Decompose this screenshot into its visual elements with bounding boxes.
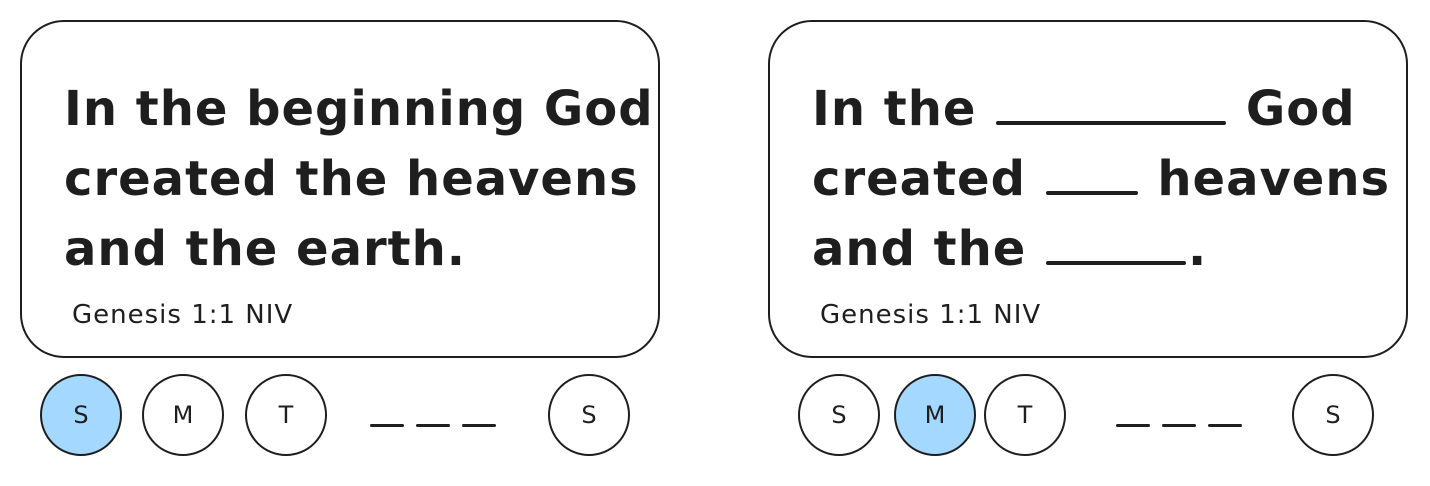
day-button-saturday[interactable]: S	[1292, 374, 1374, 456]
day-button-monday[interactable]: M	[142, 374, 224, 456]
cloze-line-1: In the God	[812, 74, 1402, 144]
day-button-monday[interactable]: M	[894, 374, 976, 456]
day-button-tuesday[interactable]: T	[245, 374, 327, 456]
word-blank[interactable]	[996, 121, 1227, 125]
dash	[1116, 424, 1150, 427]
cloze-text: In the	[812, 81, 977, 137]
verse-line-3: and the earth.	[64, 221, 466, 277]
word-blank[interactable]	[1045, 191, 1138, 195]
verse-reference: Genesis 1:1 NIV	[820, 300, 1042, 330]
verse-reference: Genesis 1:1 NIV	[72, 300, 294, 330]
verse-text-cloze: In the God created heavens and the .	[812, 74, 1402, 284]
cloze-line-2: created heavens	[812, 144, 1402, 214]
verse-line-2: created the heavens	[64, 151, 639, 207]
dash	[1208, 424, 1242, 427]
cloze-text: and the	[812, 221, 1027, 277]
cloze-text: heavens	[1157, 151, 1391, 207]
verse-line-1: In the beginning God	[64, 81, 654, 137]
cloze-text: created	[812, 151, 1026, 207]
cloze-line-3: and the .	[812, 214, 1402, 284]
day-button-sunday[interactable]: S	[798, 374, 880, 456]
verse-text: In the beginning God created the heavens…	[64, 74, 654, 284]
day-button-saturday[interactable]: S	[548, 374, 630, 456]
word-blank[interactable]	[1046, 261, 1187, 265]
verse-card-full: In the beginning God created the heavens…	[20, 20, 660, 358]
cloze-text: .	[1188, 221, 1208, 277]
dash	[1162, 424, 1196, 427]
dash	[462, 424, 496, 427]
dash	[370, 424, 404, 427]
day-button-tuesday[interactable]: T	[984, 374, 1066, 456]
day-button-sunday[interactable]: S	[40, 374, 122, 456]
verse-card-cloze: In the God created heavens and the . Gen…	[768, 20, 1408, 358]
cloze-text: God	[1245, 81, 1356, 137]
dash	[416, 424, 450, 427]
